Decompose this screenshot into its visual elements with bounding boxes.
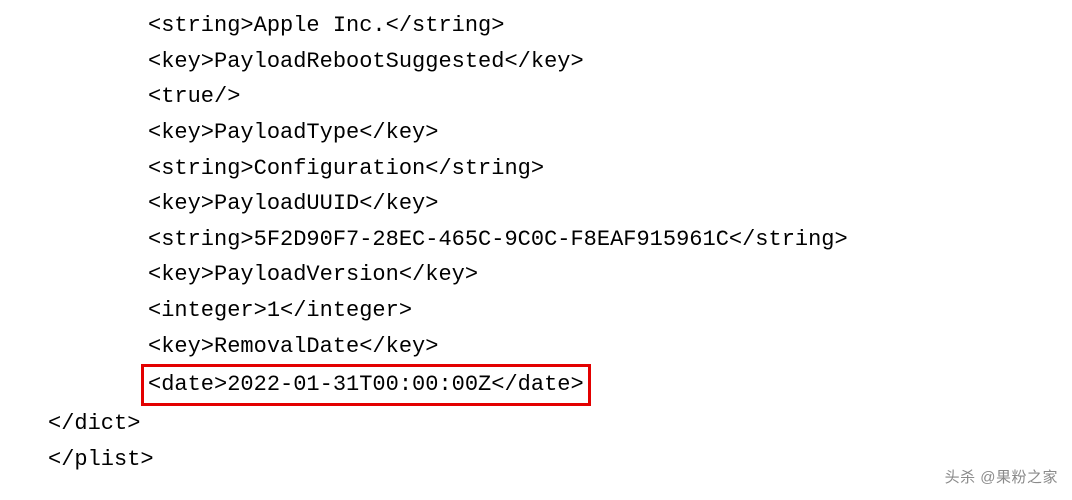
xml-line-key-payloadversion: <key>PayloadVersion</key> — [0, 257, 1072, 293]
xml-line-date-highlighted-wrapper: <date>2022-01-31T00:00:00Z</date> — [0, 364, 1072, 406]
xml-line-true: <true/> — [0, 79, 1072, 115]
xml-line-key-payloadtype: <key>PayloadType</key> — [0, 115, 1072, 151]
xml-line-key-reboot: <key>PayloadRebootSuggested</key> — [0, 44, 1072, 80]
xml-line-integer-1: <integer>1</integer> — [0, 293, 1072, 329]
xml-line-string-configuration: <string>Configuration</string> — [0, 151, 1072, 187]
xml-line-close-plist: </plist> — [0, 442, 1072, 478]
xml-line-date: <date>2022-01-31T00:00:00Z</date> — [148, 372, 584, 397]
xml-line-key-removaldate: <key>RemovalDate</key> — [0, 329, 1072, 365]
xml-line-close-dict: </dict> — [0, 406, 1072, 442]
xml-line-key-payloaduuid: <key>PayloadUUID</key> — [0, 186, 1072, 222]
highlight-box: <date>2022-01-31T00:00:00Z</date> — [141, 364, 591, 406]
xml-line-string-apple: <string>Apple Inc.</string> — [0, 8, 1072, 44]
watermark-text: 头杀 @果粉之家 — [945, 466, 1058, 490]
xml-line-string-uuid: <string>5F2D90F7-28EC-465C-9C0C-F8EAF915… — [0, 222, 1072, 258]
